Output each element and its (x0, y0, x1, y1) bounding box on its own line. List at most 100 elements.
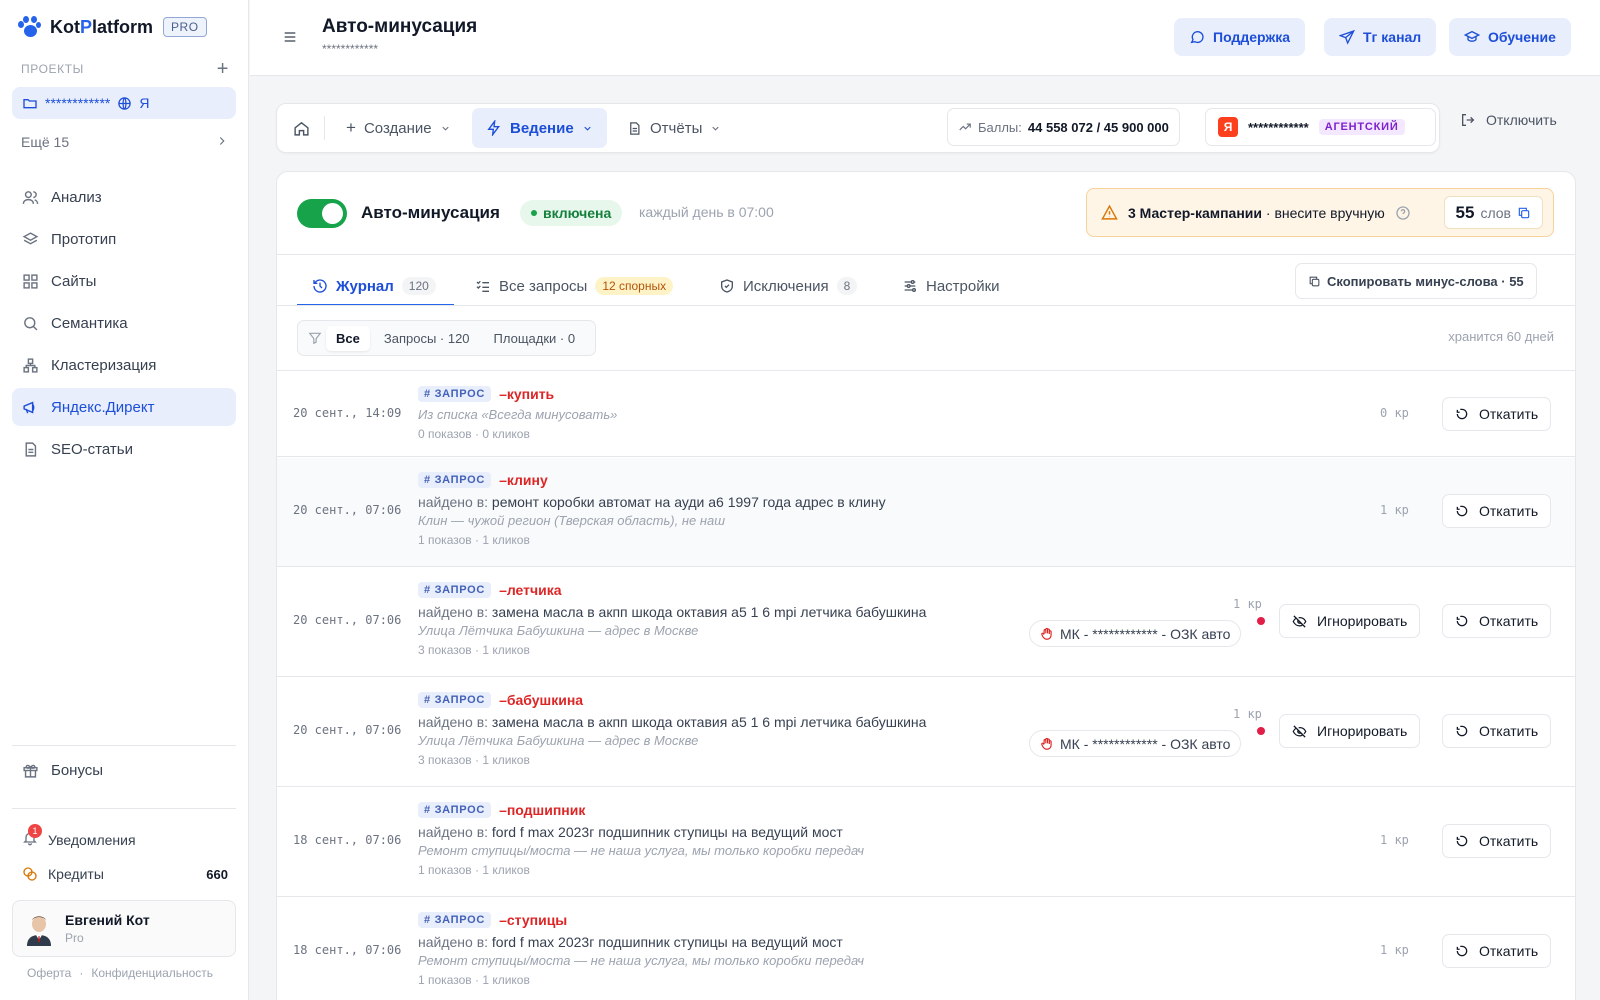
words-count: 55 (1455, 202, 1475, 222)
home-button[interactable] (279, 108, 324, 148)
row-content: # ЗАПРОС –клину найдено в: ремонт коробк… (418, 470, 886, 547)
trending-up-icon (959, 123, 971, 131)
top-header: Авто-минусация ************ Поддержка Tг… (250, 0, 1600, 76)
row-time: 18 сент., 07:06 (293, 943, 402, 957)
logout-icon (1462, 114, 1475, 126)
sidebar-item-prototype[interactable]: Прототип (12, 220, 236, 258)
query-tag: # ЗАПРОС (418, 692, 492, 708)
yandex-account[interactable]: Я ************ АГЕНТСКИЙ (1205, 108, 1436, 146)
rollback-button[interactable]: Откатить (1442, 604, 1552, 638)
row-stats: 1 показов · 1 кликов (418, 863, 530, 877)
warning-text: 3 Мастер-кампании · внесите вручную (1128, 205, 1385, 221)
sidebar-item-label: Яндекс.Директ (51, 398, 155, 416)
credits-value: 660 (206, 866, 228, 882)
support-label: Поддержка (1213, 29, 1291, 45)
rollback-button[interactable]: Откатить (1442, 714, 1552, 748)
telegram-label: Tг канал (1363, 29, 1422, 45)
yandex-logo-icon: Я (1218, 117, 1238, 137)
support-button[interactable]: Поддержка (1174, 18, 1306, 56)
plus-icon: + (346, 118, 356, 137)
row-time: 20 сент., 07:06 (293, 723, 402, 737)
tab-journal[interactable]: Журнал 120 (312, 266, 436, 306)
copy-minus-words-label: Скопировать минус-слова · 55 (1327, 273, 1524, 289)
tab-reports[interactable]: Отчёты (613, 108, 735, 148)
user-card[interactable]: Евгений Кот Pro (12, 900, 236, 957)
tab-create[interactable]: + Создание (332, 108, 465, 148)
alert-dot (1257, 617, 1265, 625)
tab-settings[interactable]: Настройки (902, 266, 1000, 306)
sliders-icon (904, 280, 916, 292)
sidebar-item-label: SEO-статьи (51, 440, 133, 458)
sidebar-item-bonuses[interactable]: Бонусы (22, 762, 103, 779)
chevron-down-icon (712, 126, 720, 131)
notifications[interactable]: 1 Уведомления (22, 824, 136, 849)
row-time: 18 сент., 07:06 (293, 833, 402, 847)
project-item-current[interactable]: ************ Я (12, 87, 236, 119)
rollback-button[interactable]: Откатить (1442, 397, 1552, 431)
campaign-chip[interactable]: МК - ************ - ОЗК авто (1029, 730, 1242, 757)
rollback-button[interactable]: Откатить (1442, 494, 1552, 528)
found-label: найдено в: (418, 934, 489, 950)
row-time: 20 сент., 07:06 (293, 503, 402, 517)
learning-button[interactable]: Обучение (1449, 18, 1571, 56)
words-counter[interactable]: 55 слов (1443, 196, 1543, 229)
hand-icon (1041, 627, 1052, 640)
tab-manage[interactable]: Ведение (472, 108, 607, 148)
filter-sites[interactable]: Площадки · 0 (484, 326, 586, 351)
auto-minus-toggle[interactable] (297, 199, 347, 228)
filter-queries[interactable]: Запросы · 120 (374, 326, 480, 351)
query-tag: # ЗАПРОС (418, 472, 492, 488)
disconnect-button[interactable]: Отключить (1460, 112, 1557, 128)
notification-count-badge: 1 (28, 824, 42, 838)
row-time: 20 сент., 14:09 (293, 406, 402, 420)
log-row: 20 сент., 07:06 # ЗАПРОС –клину найдено … (277, 458, 1575, 567)
rollback-icon (1456, 615, 1468, 627)
sidebar-item-label: Прототип (51, 230, 117, 248)
user-info: Евгений Кот Pro (65, 912, 150, 945)
home-icon (294, 121, 309, 136)
tab-exclusions[interactable]: Исключения 8 (719, 266, 858, 306)
user-name: Евгений Кот (65, 912, 150, 928)
sidebar-item-yandex-direct[interactable]: Яндекс.Директ (12, 388, 236, 426)
add-project-icon[interactable]: + (217, 59, 229, 79)
copy-minus-words-button[interactable]: Скопировать минус-слова · 55 (1295, 263, 1537, 299)
row-content: # ЗАПРОС –подшипник найдено в: ford f ma… (418, 800, 864, 877)
telegram-button[interactable]: Tг канал (1324, 18, 1437, 56)
sidebar-item-sites[interactable]: Сайты (12, 262, 236, 300)
ignore-button[interactable]: Игнорировать (1279, 714, 1421, 748)
rollback-button[interactable]: Откатить (1442, 934, 1552, 968)
tab-count: 120 (401, 277, 436, 295)
points-value: 44 558 072 / 45 900 000 (1027, 119, 1169, 135)
offer-link[interactable]: Оферта (27, 966, 71, 980)
sidebar-item-seo-articles[interactable]: SEO-статьи (12, 430, 236, 468)
row-reason: Улица Лётчика Бабушкина — адрес в Москве (418, 733, 699, 748)
tab-count: 8 (836, 277, 858, 295)
account-name: ************ (1248, 119, 1309, 135)
chevron-down-icon (584, 126, 591, 131)
help-icon[interactable] (1395, 205, 1411, 221)
sidebar-nav: Анализ Прототип Сайты Семантика Кластери… (12, 178, 236, 472)
privacy-link[interactable]: Конфиденциальность (91, 966, 213, 980)
ignore-button[interactable]: Игнорировать (1279, 604, 1421, 638)
campaign-chip[interactable]: МК - ************ - ОЗК авто (1029, 620, 1242, 647)
filter-all[interactable]: Все (326, 325, 370, 351)
logo[interactable]: KotPlatform PRO (18, 16, 207, 38)
disconnect-label: Отключить (1486, 112, 1557, 128)
more-projects[interactable]: Ещё 15 (21, 134, 229, 150)
project-suffix: Я (139, 95, 150, 111)
tab-all-queries[interactable]: Все запросы 12 спорных (475, 266, 674, 306)
sidebar-item-clustering[interactable]: Кластеризация (12, 346, 236, 384)
menu-icon[interactable] (282, 29, 298, 45)
rollback-button[interactable]: Откатить (1442, 824, 1552, 858)
row-reason: Ремонт ступицы/моста — не наша услуга, м… (418, 953, 865, 968)
bell-icon: 1 (22, 824, 42, 849)
shield-check-icon (721, 279, 733, 293)
credits[interactable]: Кредиты 660 (22, 866, 228, 882)
found-label: найдено в: (418, 494, 489, 510)
row-stats: 3 показов · 1 кликов (418, 753, 530, 767)
sidebar-item-analysis[interactable]: Анализ (12, 178, 236, 216)
row-reason: Клин — чужой регион (Тверская область), … (418, 513, 726, 528)
sidebar-item-semantics[interactable]: Семантика (12, 304, 236, 342)
sidebar-divider (12, 808, 236, 809)
projects-title: ПРОЕКТЫ (21, 62, 84, 76)
